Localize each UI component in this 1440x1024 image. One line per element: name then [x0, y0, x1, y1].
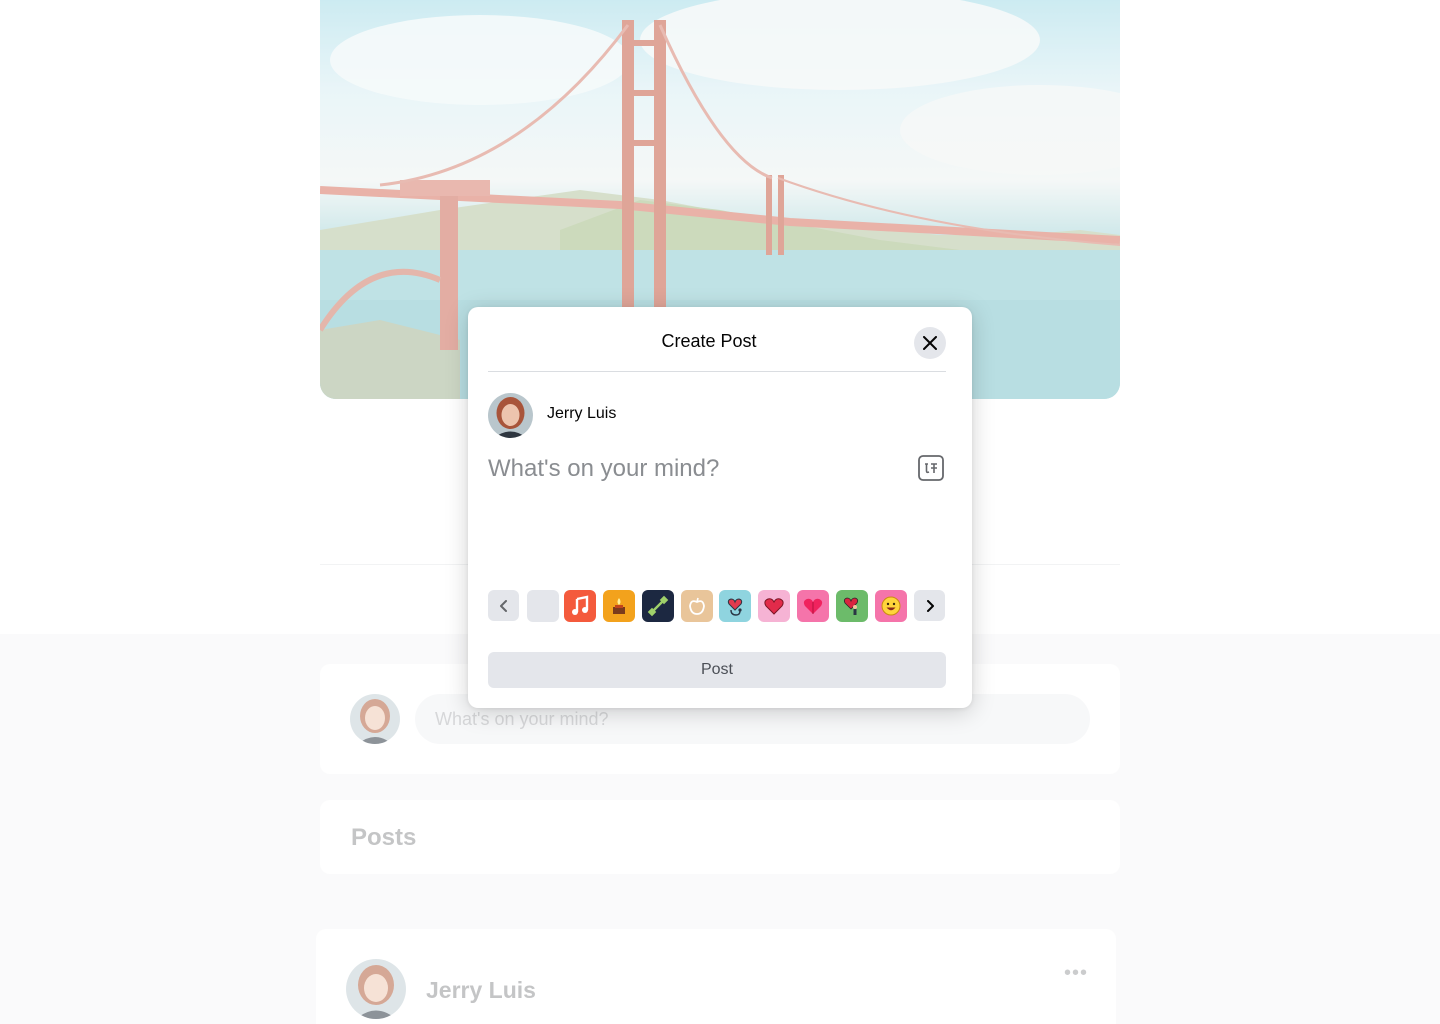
sticker-prev-button[interactable] — [488, 590, 519, 621]
close-button[interactable] — [914, 327, 946, 359]
heart-stethoscope-icon[interactable] — [719, 590, 751, 622]
keyboard-language-icon — [918, 455, 944, 481]
close-icon — [923, 336, 937, 350]
heart-icon[interactable] — [758, 590, 790, 622]
heart-with-figure-icon[interactable] — [836, 590, 868, 622]
chevron-left-icon — [499, 599, 507, 612]
smiley-icon[interactable] — [875, 590, 907, 622]
pink-heart-icon[interactable] — [797, 590, 829, 622]
apple-icon[interactable] — [681, 590, 713, 622]
post-button[interactable]: Post — [488, 652, 946, 688]
user-name: Jerry Luis — [547, 405, 617, 422]
post-text-input[interactable] — [488, 451, 888, 487]
avatar-image — [488, 393, 533, 438]
modal-title: Create Post — [661, 331, 757, 351]
candle-lantern-icon[interactable] — [603, 590, 635, 622]
create-post-modal: Create Post Jerry Luis What's on your mi… — [468, 307, 972, 708]
transliteration-icon[interactable] — [917, 454, 945, 482]
modal-divider — [488, 371, 946, 372]
sticker-blank[interactable] — [527, 590, 559, 622]
music-note-icon[interactable] — [564, 590, 596, 622]
sticker-next-button[interactable] — [914, 590, 945, 621]
avatar — [488, 393, 533, 438]
dumbbell-icon[interactable] — [642, 590, 674, 622]
chevron-right-icon — [926, 599, 934, 612]
